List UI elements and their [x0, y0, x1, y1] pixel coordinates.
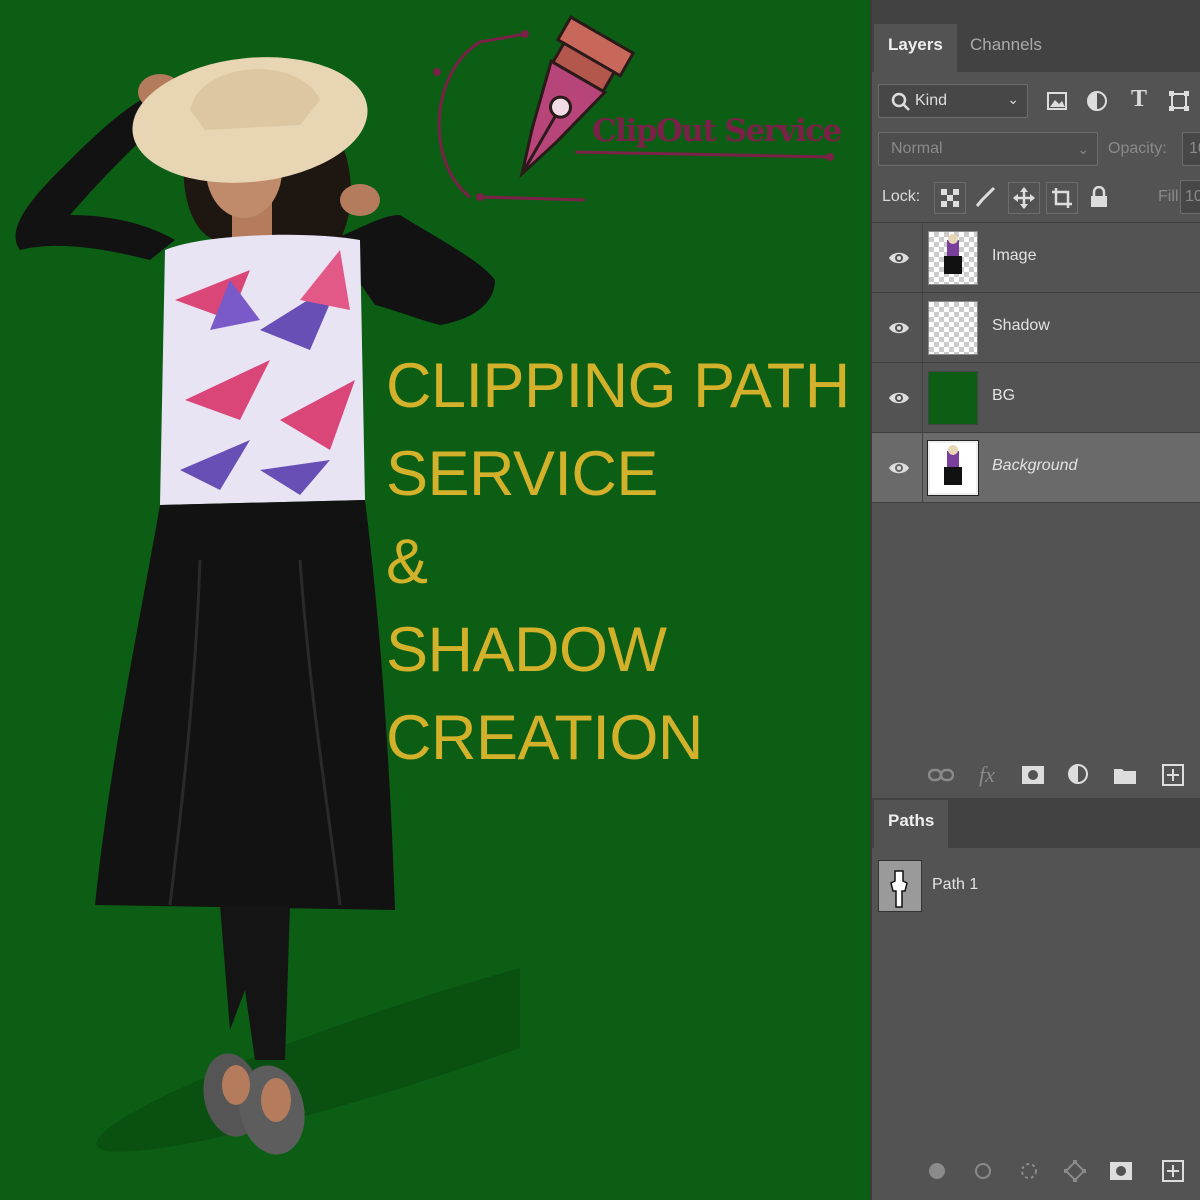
layer-name: Shadow: [992, 317, 1050, 334]
work-path-icon[interactable]: [1062, 1158, 1088, 1184]
lock-row: Lock: Fill: 10: [872, 178, 1200, 218]
filter-kind-dropdown[interactable]: Kind ⌄: [878, 84, 1028, 118]
lock-transparent-pixels-icon[interactable]: [934, 182, 966, 214]
fx-icon[interactable]: fx: [974, 762, 1000, 788]
add-mask-icon[interactable]: [1108, 1158, 1134, 1184]
photoshop-panels: Layers Channels Kind ⌄ T Normal ⌄ Opacit…: [870, 0, 1200, 1200]
mask-icon[interactable]: [1020, 762, 1046, 788]
layer-thumbnail: [928, 231, 978, 285]
floor-shadow: [96, 928, 520, 1152]
opacity-input[interactable]: 10: [1182, 132, 1200, 166]
headline-line: CLIPPING PATH: [386, 351, 850, 421]
layer-bg[interactable]: BG: [872, 363, 1200, 433]
visibility-eye-icon[interactable]: [888, 457, 910, 479]
blend-mode-value: Normal: [891, 140, 943, 157]
fill-input[interactable]: 10: [1180, 180, 1200, 214]
stroke-path-icon[interactable]: [970, 1158, 996, 1184]
headline-line: &: [386, 527, 428, 597]
layers-list: Image Shadow BG Background: [872, 222, 1200, 513]
visibility-eye-icon[interactable]: [888, 317, 910, 339]
lock-artboard-icon[interactable]: [1046, 182, 1078, 214]
path-item[interactable]: Path 1: [872, 856, 1200, 916]
type-filter-icon[interactable]: T: [1126, 86, 1152, 112]
paths-footer: [872, 1148, 1200, 1194]
tab-layers[interactable]: Layers: [874, 24, 957, 72]
layer-filter-row: Kind ⌄ T: [872, 80, 1200, 124]
adjustment-filter-icon[interactable]: [1084, 88, 1110, 114]
layer-image[interactable]: Image: [872, 223, 1200, 293]
fill-path-icon[interactable]: [924, 1158, 950, 1184]
logo-text: ClipOut Service: [592, 113, 842, 149]
layers-footer: fx: [872, 752, 1200, 798]
layers-tab-strip: Layers Channels: [872, 0, 1200, 72]
fill-value: 10: [1185, 188, 1200, 205]
path-thumbnail: [878, 860, 922, 912]
paths-tab-strip: Paths: [872, 798, 1200, 848]
shape-filter-icon[interactable]: [1166, 88, 1192, 114]
blend-mode-dropdown[interactable]: Normal ⌄: [878, 132, 1098, 166]
lock-label: Lock:: [882, 188, 921, 205]
chevron-down-icon: ⌄: [1077, 141, 1089, 157]
black-skirt: [95, 500, 395, 910]
layer-thumbnail: [927, 440, 979, 496]
new-layer-icon[interactable]: [1160, 762, 1186, 788]
layer-thumbnail: [928, 301, 978, 355]
tab-channels[interactable]: Channels: [956, 24, 1056, 72]
headline-line: SERVICE: [386, 439, 658, 509]
folder-icon[interactable]: [1112, 762, 1138, 788]
lock-all-icon[interactable]: [1086, 184, 1112, 210]
visibility-eye-icon[interactable]: [888, 247, 910, 269]
adjustment-icon[interactable]: [1066, 762, 1092, 788]
lock-position-icon[interactable]: [1008, 182, 1040, 214]
search-icon: [891, 92, 910, 111]
chevron-down-icon: ⌄: [1007, 91, 1019, 107]
path-name: Path 1: [932, 876, 979, 893]
layer-name: BG: [992, 387, 1016, 404]
link-icon[interactable]: [928, 762, 954, 788]
opacity-value: 10: [1189, 140, 1200, 157]
layer-name: Background: [992, 457, 1078, 474]
artwork-canvas: ClipOut Service CLIPPING PATH SERVICE & …: [0, 0, 870, 1200]
visibility-eye-icon[interactable]: [888, 387, 910, 409]
lock-image-pixels-icon[interactable]: [972, 184, 998, 210]
headline: CLIPPING PATH SERVICE & SHADOW CREATION: [386, 342, 850, 782]
headline-line: CREATION: [386, 703, 703, 773]
image-filter-icon[interactable]: [1044, 88, 1070, 114]
load-selection-icon[interactable]: [1016, 1158, 1042, 1184]
new-path-icon[interactable]: [1160, 1158, 1186, 1184]
legs: [220, 905, 290, 1060]
opacity-label: Opacity:: [1108, 140, 1167, 157]
blend-row: Normal ⌄ Opacity: 10: [872, 130, 1200, 170]
layer-shadow[interactable]: Shadow: [872, 293, 1200, 363]
layer-name: Image: [992, 247, 1037, 264]
headline-line: SHADOW: [386, 615, 667, 685]
layer-thumbnail: [928, 371, 978, 425]
filter-kind-value: Kind: [915, 92, 948, 109]
layer-background[interactable]: Background: [872, 433, 1200, 503]
tab-paths[interactable]: Paths: [874, 800, 949, 848]
